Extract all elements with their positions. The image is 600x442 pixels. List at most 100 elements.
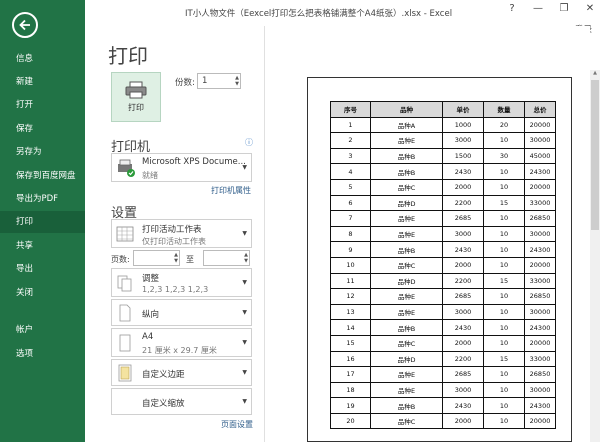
table-cell: 3000	[442, 132, 484, 149]
page-setup-link[interactable]: 页面设置	[221, 419, 253, 430]
spin-arrows-icon[interactable]: ▲ ▼	[235, 75, 239, 87]
nav-item-save[interactable]: 保存	[0, 118, 85, 140]
nav-item-close[interactable]: 关闭	[0, 282, 85, 304]
printer-properties-link[interactable]: 打印机属性	[211, 185, 251, 196]
table-cell: 20000	[524, 116, 556, 134]
paper-size-select[interactable]: A4 21 厘米 x 29.7 厘米 ▼	[111, 328, 252, 357]
orientation-select[interactable]: 纵向 ▼	[111, 299, 252, 326]
table-cell: 1000	[442, 116, 484, 134]
table-cell: 18	[330, 381, 371, 399]
nav-item-account[interactable]: 帐户	[0, 319, 85, 341]
scaling-select[interactable]: 自定义缩放 ▼	[111, 388, 252, 415]
table-cell: 20	[330, 412, 371, 430]
nav-item-export-pdf[interactable]: 导出为PDF	[0, 188, 85, 210]
scrollbar-thumb[interactable]	[591, 80, 599, 230]
table-cell: 33000	[524, 194, 556, 212]
backstage-nav: 信息 新建 打开 保存 另存为 保存到百度网盘 导出为PDF 打印 共享 导出 …	[0, 0, 85, 442]
table-row: 15 品种C 2000 10 20000	[330, 334, 556, 352]
title-bar: IT小人物文件（Eexcel打印怎么把表格铺满整个A4纸张）.xlsx - Ex…	[85, 0, 600, 26]
table-cell: 20000	[524, 256, 556, 274]
spin-arrows-icon[interactable]: ▲ ▼	[174, 252, 178, 264]
nav-item-save-as[interactable]: 另存为	[0, 141, 85, 163]
window-controls: ? — ❐ ✕	[506, 3, 596, 14]
margins-icon	[118, 364, 132, 382]
table-row: 20 品种C 2000 10 20000	[330, 412, 556, 430]
table-cell: 2000	[442, 256, 484, 274]
table-cell: 品种B	[370, 147, 443, 165]
table-cell: 2200	[442, 272, 484, 290]
table-cell: 品种B	[370, 241, 443, 258]
table-cell: 45000	[524, 147, 556, 165]
nav-item-export[interactable]: 导出	[0, 258, 85, 280]
table-header-row: 序号 品种 单价 数量 总价	[330, 101, 556, 118]
table-cell: 品种B	[370, 397, 443, 414]
table-cell: 30000	[524, 225, 556, 243]
restore-button[interactable]: ❐	[558, 3, 570, 14]
collate-select[interactable]: 调整 1,2,3 1,2,3 1,2,3 ▼	[111, 268, 252, 297]
table-cell: 26850	[524, 288, 556, 305]
nav-item-label: 共享	[16, 241, 34, 251]
table-cell: 品种E	[370, 288, 443, 305]
column-header: 数量	[483, 101, 525, 118]
help-button[interactable]: ?	[506, 3, 518, 14]
table-cell: 30	[483, 147, 525, 165]
nav-item-save-baidu[interactable]: 保存到百度网盘	[0, 165, 85, 187]
table-cell: 1500	[442, 147, 484, 165]
table-row: 13 品种E 3000 10 30000	[330, 303, 556, 321]
copies-value: 1	[202, 76, 208, 86]
print-button[interactable]: 打印	[111, 72, 161, 122]
column-header: 单价	[442, 101, 484, 118]
table-cell: 品种E	[370, 225, 443, 243]
table-cell: 20000	[524, 334, 556, 352]
printer-select[interactable]: Microsoft XPS Docume... 就绪 ▼	[111, 153, 252, 182]
close-button[interactable]: ✕	[584, 3, 596, 14]
nav-item-print[interactable]: 打印	[0, 211, 85, 233]
scroll-up-icon[interactable]: ▲	[590, 70, 600, 78]
chevron-down-icon: ▼	[242, 369, 247, 376]
table-cell: 26850	[524, 210, 556, 227]
spin-arrows-icon[interactable]: ▲ ▼	[244, 252, 248, 264]
table-cell: 2685	[442, 210, 484, 227]
nav-item-open[interactable]: 打开	[0, 94, 85, 116]
table-cell: 15	[483, 272, 525, 290]
table-cell: 10	[330, 256, 371, 274]
table-row: 7 品种E 2685 10 26850	[330, 210, 556, 227]
nav-item-info[interactable]: 信息	[0, 48, 85, 70]
table-cell: 品种E	[370, 303, 443, 321]
table-row: 8 品种E 3000 10 30000	[330, 225, 556, 243]
scaling-value: 自定义缩放	[142, 399, 185, 409]
chevron-down-icon: ▼	[242, 309, 247, 316]
info-icon[interactable]: ⓘ	[245, 137, 253, 148]
table-cell: 2430	[442, 397, 484, 414]
nav-item-label: 另存为	[16, 147, 42, 157]
nav-item-share[interactable]: 共享	[0, 235, 85, 257]
nav-item-label: 打印	[16, 217, 34, 227]
table-cell: 4	[330, 163, 371, 180]
table-cell: 10	[483, 210, 525, 227]
pages-from-input[interactable]: ▲ ▼	[133, 250, 180, 266]
copies-stepper[interactable]: 1 ▲ ▼	[197, 73, 241, 89]
nav-item-label: 保存到百度网盘	[16, 171, 76, 181]
table-cell: 1	[330, 116, 371, 134]
margins-select[interactable]: 自定义边距 ▼	[111, 359, 252, 386]
paper-size-main: A4	[142, 332, 154, 342]
chevron-down-icon: ▼	[242, 164, 247, 171]
table-cell: 10	[483, 288, 525, 305]
table-row: 12 品种E 2685 10 26850	[330, 288, 556, 305]
table-cell: 11	[330, 272, 371, 290]
table-cell: 2	[330, 132, 371, 149]
table-row: 2 品种E 3000 10 30000	[330, 132, 556, 149]
print-scope-select[interactable]: 打印活动工作表 仅打印活动工作表 ▼	[111, 219, 252, 248]
nav-item-options[interactable]: 选项	[0, 343, 85, 365]
table-row: 3 品种B 1500 30 45000	[330, 147, 556, 165]
back-arrow-icon[interactable]	[12, 12, 38, 38]
nav-item-new[interactable]: 新建	[0, 71, 85, 93]
table-cell: 2685	[442, 366, 484, 383]
chevron-down-icon: ▼	[242, 279, 247, 286]
pages-to-input[interactable]: ▲ ▼	[203, 250, 250, 266]
nav-item-label: 关闭	[16, 288, 34, 298]
table-cell: 10	[483, 334, 525, 352]
table-cell: 10	[483, 397, 525, 414]
print-scope-sub: 仅打印活动工作表	[142, 237, 206, 246]
minimize-button[interactable]: —	[532, 3, 544, 14]
